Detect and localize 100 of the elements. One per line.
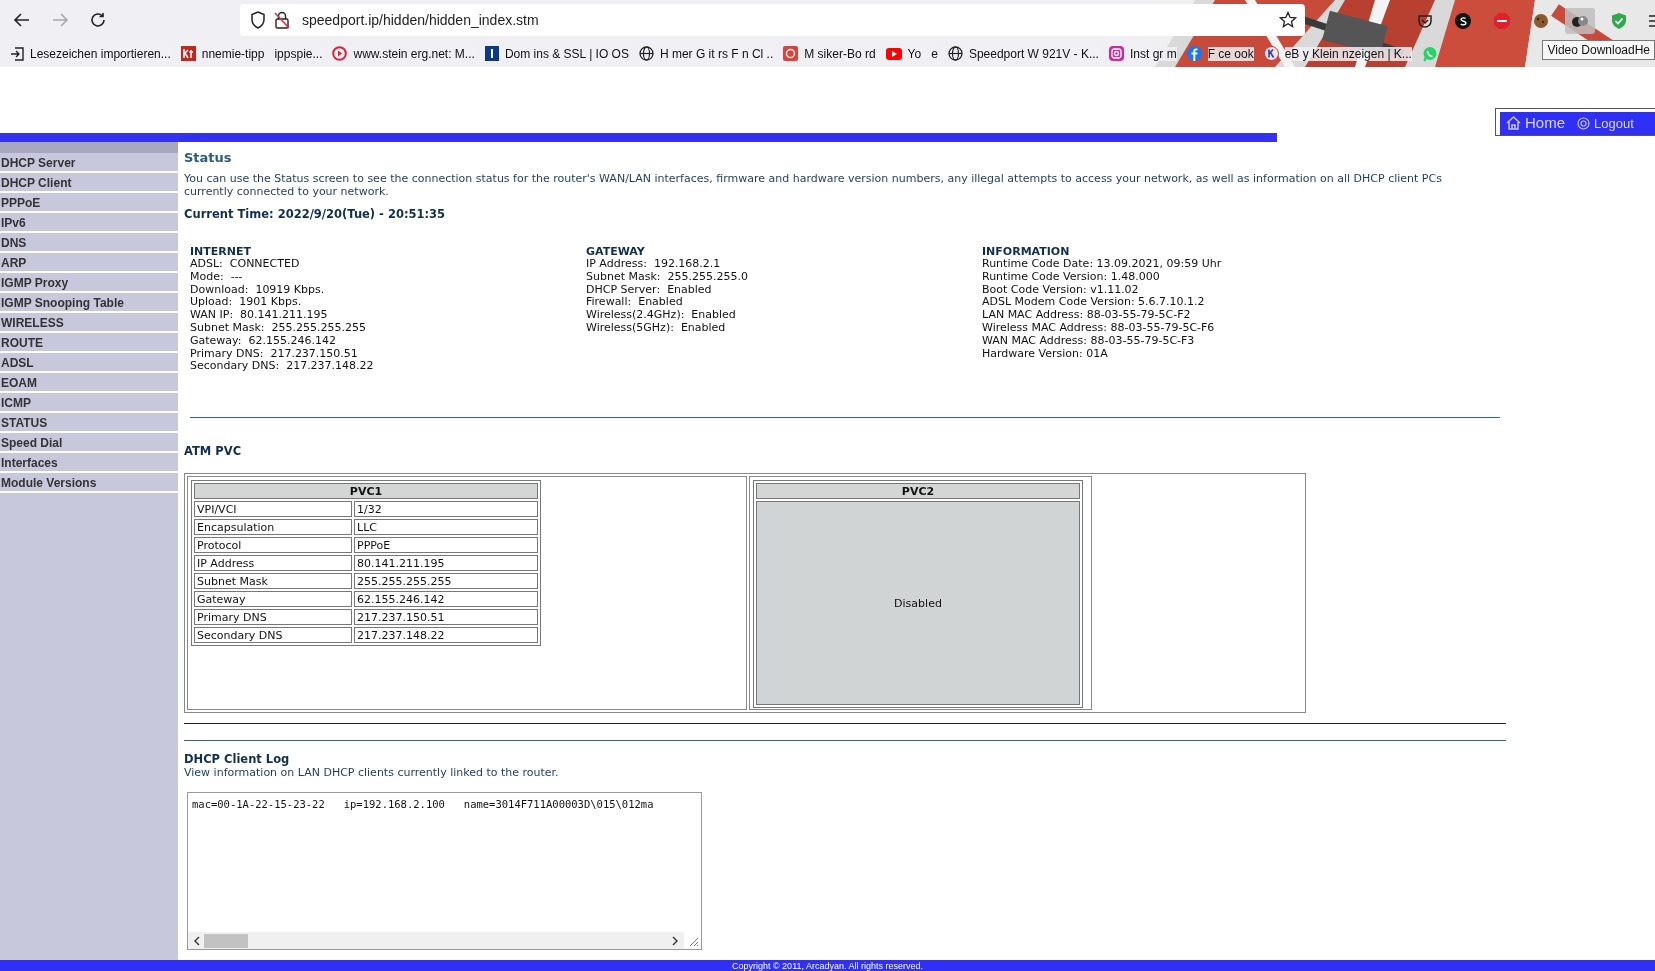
table-cell: 217.237.148.22 [354,627,538,643]
bookmark-star-icon[interactable] [1279,11,1297,29]
status-line: Primary DNS: 217.237.150.51 [190,347,359,361]
sidebar-item[interactable]: Module Versions [0,473,178,493]
page-title: Status [184,150,233,165]
status-line: Subnet Mask: 255.255.255.0 [586,270,749,284]
status-line: Wireless(2.4GHz): Enabled [586,309,737,322]
table-cell: Gateway [194,591,352,607]
table-cell: 62.155.246.142 [354,591,538,607]
copyright-text: Copyright © 2011, Arcadyan. All rights reserved. [731,960,924,971]
sidebar-item[interactable]: IPv6 [0,213,178,233]
status-line: Firewall: Enabled [586,296,684,310]
table-header: PVC2 [756,483,1080,499]
balls-icon [1571,14,1589,28]
section-description: View information on LAN DHCP clients currently linked to the router. [184,766,560,779]
section-heading: INTERNET [190,245,252,258]
section-heading: ATM PVC [184,444,243,458]
resize-grip-icon[interactable] [687,935,699,947]
horizontal-scrollbar[interactable] [188,932,684,949]
globe-icon [638,46,654,61]
header-link[interactable]: Logout [1571,113,1640,133]
status-line: Runtime Code Version: 1.48.000 [982,270,1161,284]
table-cell: 80.141.211.195 [354,555,538,571]
insecure-lock-icon [274,11,290,29]
section-heading: DHCP Client Log [184,752,291,766]
status-line: Subnet Mask: 255.255.255.255 [190,322,367,335]
video-play-icon [885,47,902,60]
site-logo-icon [484,46,499,61]
shield-icon [250,11,266,29]
table-cell: Encapsulation [194,519,352,535]
table-cell: IP Address [194,555,352,571]
sidebar-item[interactable]: EOAM [0,373,178,393]
play-circle-icon [332,46,348,61]
section-heading: INFORMATION [982,245,1071,258]
status-line: DHCP Server: Enabled [586,283,713,297]
sidebar-item[interactable]: ICMP [0,393,178,413]
table-cell: Disabled [756,501,1080,705]
status-line: ADSL: CONNECTED [190,258,301,271]
forward-arrow-icon [51,11,69,29]
status-line: Gateway: 62.155.246.142 [190,334,337,348]
status-line: Upload: 1901 Kbps. [190,296,303,310]
sidebar-item[interactable]: ARP [0,253,178,273]
status-line: Boot Code Version: v1.11.02 [982,283,1140,297]
shield-check-icon[interactable] [1611,13,1627,29]
status-line: WAN MAC Address: 88-03-55-79-5C-F3 [982,334,1196,348]
table-cell: VPI/VCI [194,501,352,517]
globe-icon [947,46,963,61]
sidebar-item[interactable]: IGMP Snooping Table [0,293,178,313]
status-line: IP Address: 192.168.2.1 [586,258,722,271]
cookie-icon[interactable] [1533,13,1549,29]
header-link[interactable]: Home [1500,112,1571,133]
pocket-icon[interactable] [1417,13,1433,29]
table-header: PVC1 [194,483,538,499]
site-logo-icon [783,46,799,61]
section-heading: GATEWAY [586,245,646,258]
adblock-icon[interactable] [1493,12,1511,30]
sidebar-item[interactable]: STATUS [0,413,178,433]
sidebar-item[interactable]: DHCP Client [0,173,178,193]
status-line: Secondary DNS: 217.237.148.22 [190,360,375,374]
sidebar-item[interactable]: ROUTE [0,333,178,353]
status-line: Wireless MAC Address: 88-03-55-79-5C-F6 [982,322,1216,335]
power-ring-icon [1577,116,1590,130]
page-description: You can use the Status screen to see the connection status for the router's WAN/LAN interfaces, firmware and hardware version numbers, any illegal attempts to access your network, as well as information on all DHCP client PCs currently connected to your network. [184,172,1443,198]
sidebar-item[interactable]: PPPoE [0,193,178,213]
sidebar-item[interactable]: Speed Dial [0,433,178,453]
scrollbar-thumb[interactable] [204,933,248,948]
address-bar[interactable]: speedport.ip/hidden/hidden_index.stm [240,4,1305,36]
table-cell: 1/32 [354,501,538,517]
back-arrow-icon [13,11,31,29]
status-line: Wireless(5GHz): Enabled [586,322,727,335]
table-cell: Secondary DNS [194,627,352,643]
status-line: Hardware Version: 01A [982,347,1109,361]
table-cell: Primary DNS [194,609,352,625]
table-cell: Protocol [194,537,352,553]
sidebar-item[interactable]: DNS [0,233,178,253]
reload-icon [89,11,107,29]
log-textarea[interactable]: mac=00-1A-22-15-23-22 ip=192.168.2.100 name=3014F711A00003D\015\012ma [187,792,702,950]
scroll-left-icon[interactable] [192,935,202,946]
status-line: LAN MAC Address: 88-03-55-79-5C-F2 [982,309,1192,322]
status-line: WAN IP: 80.141.211.195 [190,309,329,322]
tooltip: Video DownloadHe [1542,40,1655,60]
site-logo-icon [1263,46,1279,61]
scroll-right-icon[interactable] [670,935,680,946]
sidebar-item[interactable]: WIRELESS [0,313,178,333]
camera-icon [1108,46,1124,61]
status-line: Download: 10919 Kbps. [190,283,326,297]
site-logo-icon [180,46,196,61]
social-logo-icon [1186,46,1202,61]
sidebar-item[interactable]: DHCP Server [0,153,178,173]
sidebar-item[interactable]: Interfaces [0,453,178,473]
video-downloader-button[interactable] [1565,8,1595,34]
import-icon [10,46,24,61]
sidebar-item[interactable]: ADSL [0,353,178,373]
bookmark-item[interactable]: ippspie... [274,46,323,61]
house-icon [1506,115,1521,130]
extension-icon[interactable] [1455,13,1471,29]
current-time: Current Time: 2022/9/20(Tue) - 20:51:35 [184,207,447,221]
table-cell: 255.255.255.255 [354,573,538,589]
table-cell: PPPoE [354,537,538,553]
sidebar-item[interactable]: IGMP Proxy [0,273,178,293]
